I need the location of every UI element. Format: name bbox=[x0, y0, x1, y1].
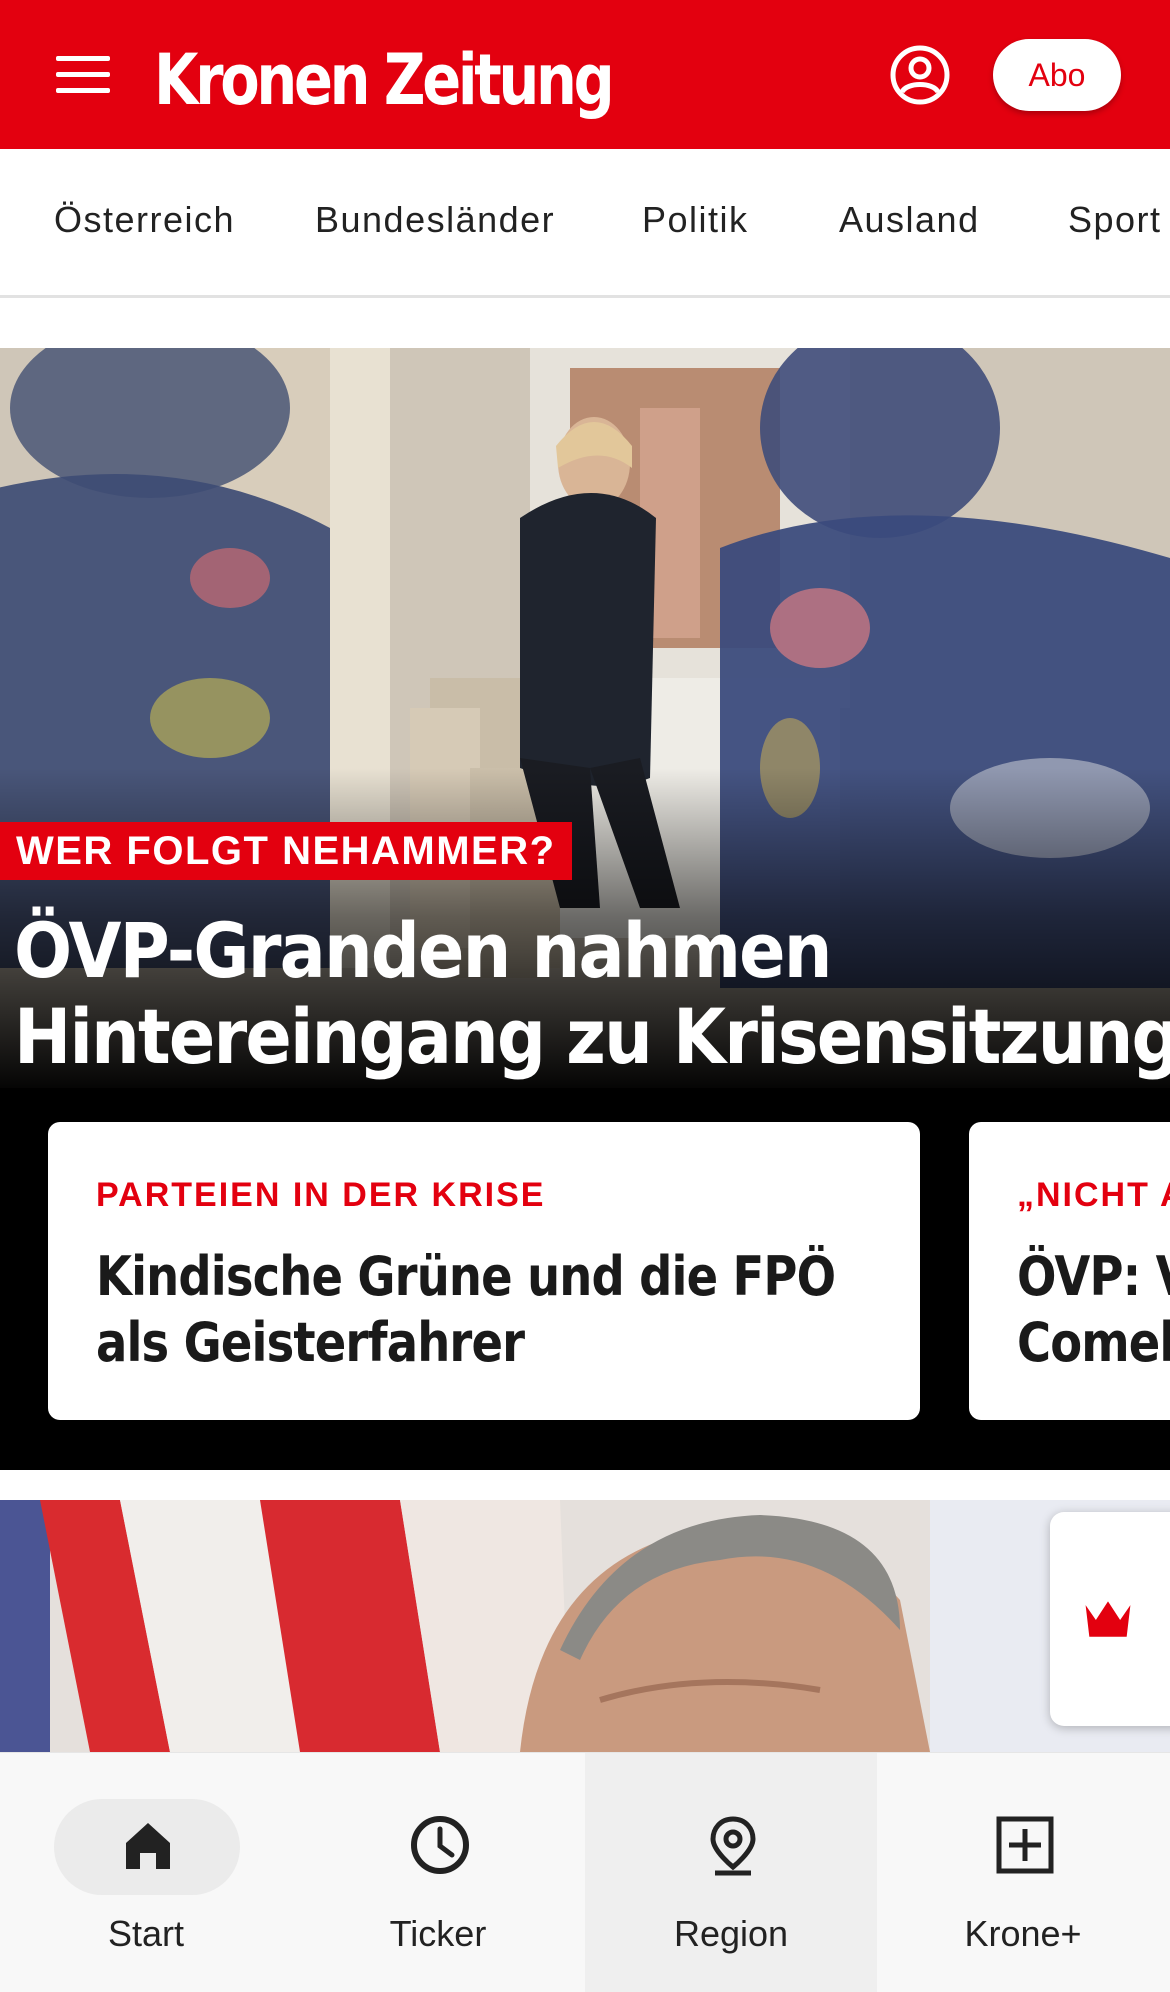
category-bundeslaender[interactable]: Bundesländer bbox=[315, 199, 555, 241]
category-ausland[interactable]: Ausland bbox=[839, 199, 980, 241]
nav-ticker-label: Ticker bbox=[389, 1913, 487, 1954]
top-app-bar: Kronen Zeitung Abo bbox=[0, 0, 1170, 149]
nav-kroneplus[interactable]: Krone+ bbox=[877, 1753, 1169, 1992]
nav-region[interactable]: Region bbox=[585, 1753, 877, 1992]
category-nav: Österreich Bundesländer Politik Ausland … bbox=[0, 149, 1170, 298]
krone-floating-button[interactable] bbox=[1050, 1512, 1170, 1726]
card-kicker: „NICHT A bbox=[1017, 1176, 1170, 1214]
clock-icon bbox=[411, 1816, 469, 1874]
hero-headline[interactable]: ÖVP-Granden nahmen Hintereingang zu Kris… bbox=[14, 906, 1170, 1081]
nav-kroneplus-label: Krone+ bbox=[964, 1913, 1082, 1954]
hamburger-menu-icon[interactable] bbox=[52, 50, 116, 102]
location-pin-icon bbox=[710, 1816, 756, 1876]
card-headline-line-1: ÖVP: V bbox=[1017, 1245, 1170, 1308]
card-kicker: PARTEIEN IN DER KRISE bbox=[96, 1176, 546, 1214]
card-headline: Kindische Grüne und die FPÖ als Geisterf… bbox=[96, 1244, 836, 1376]
card-headline-line-2: Comeb bbox=[1017, 1311, 1170, 1374]
hero-kicker: WER FOLGT NEHAMMER? bbox=[0, 822, 572, 880]
nav-start-label: Start bbox=[107, 1913, 185, 1954]
nav-start[interactable]: Start bbox=[0, 1753, 292, 1992]
card-headline-line-2: als Geisterfahrer bbox=[96, 1311, 525, 1374]
second-story-photo[interactable] bbox=[0, 1500, 1170, 1752]
category-oesterreich[interactable]: Österreich bbox=[54, 199, 235, 241]
crown-icon bbox=[1085, 1601, 1131, 1637]
home-icon bbox=[126, 1823, 170, 1869]
bottom-navigation: Start Ticker Region Krone+ bbox=[0, 1752, 1170, 1992]
category-sport[interactable]: Sport bbox=[1068, 199, 1162, 241]
hero-headline-line-1: ÖVP-Granden nahmen bbox=[14, 906, 832, 995]
abo-button[interactable]: Abo bbox=[993, 39, 1121, 111]
hero-headline-line-2: Hintereingang zu Krisensitzung bbox=[14, 992, 1170, 1081]
related-story-card[interactable]: „NICHT A ÖVP: V Comeb bbox=[969, 1122, 1170, 1420]
site-logo[interactable]: Kronen Zeitung bbox=[154, 30, 615, 130]
account-circle-icon[interactable] bbox=[889, 44, 951, 106]
card-headline-line-1: Kindische Grüne und die FPÖ bbox=[96, 1245, 836, 1308]
nav-region-label: Region bbox=[673, 1913, 789, 1954]
card-headline: ÖVP: V Comeb bbox=[1017, 1244, 1170, 1376]
related-story-card[interactable]: PARTEIEN IN DER KRISE Kindische Grüne un… bbox=[48, 1122, 920, 1420]
plus-box-icon bbox=[996, 1816, 1054, 1874]
nav-ticker[interactable]: Ticker bbox=[292, 1753, 584, 1992]
hero-story[interactable]: WER FOLGT NEHAMMER? ÖVP-Granden nahmen H… bbox=[0, 348, 1170, 1470]
category-politik[interactable]: Politik bbox=[642, 199, 749, 241]
